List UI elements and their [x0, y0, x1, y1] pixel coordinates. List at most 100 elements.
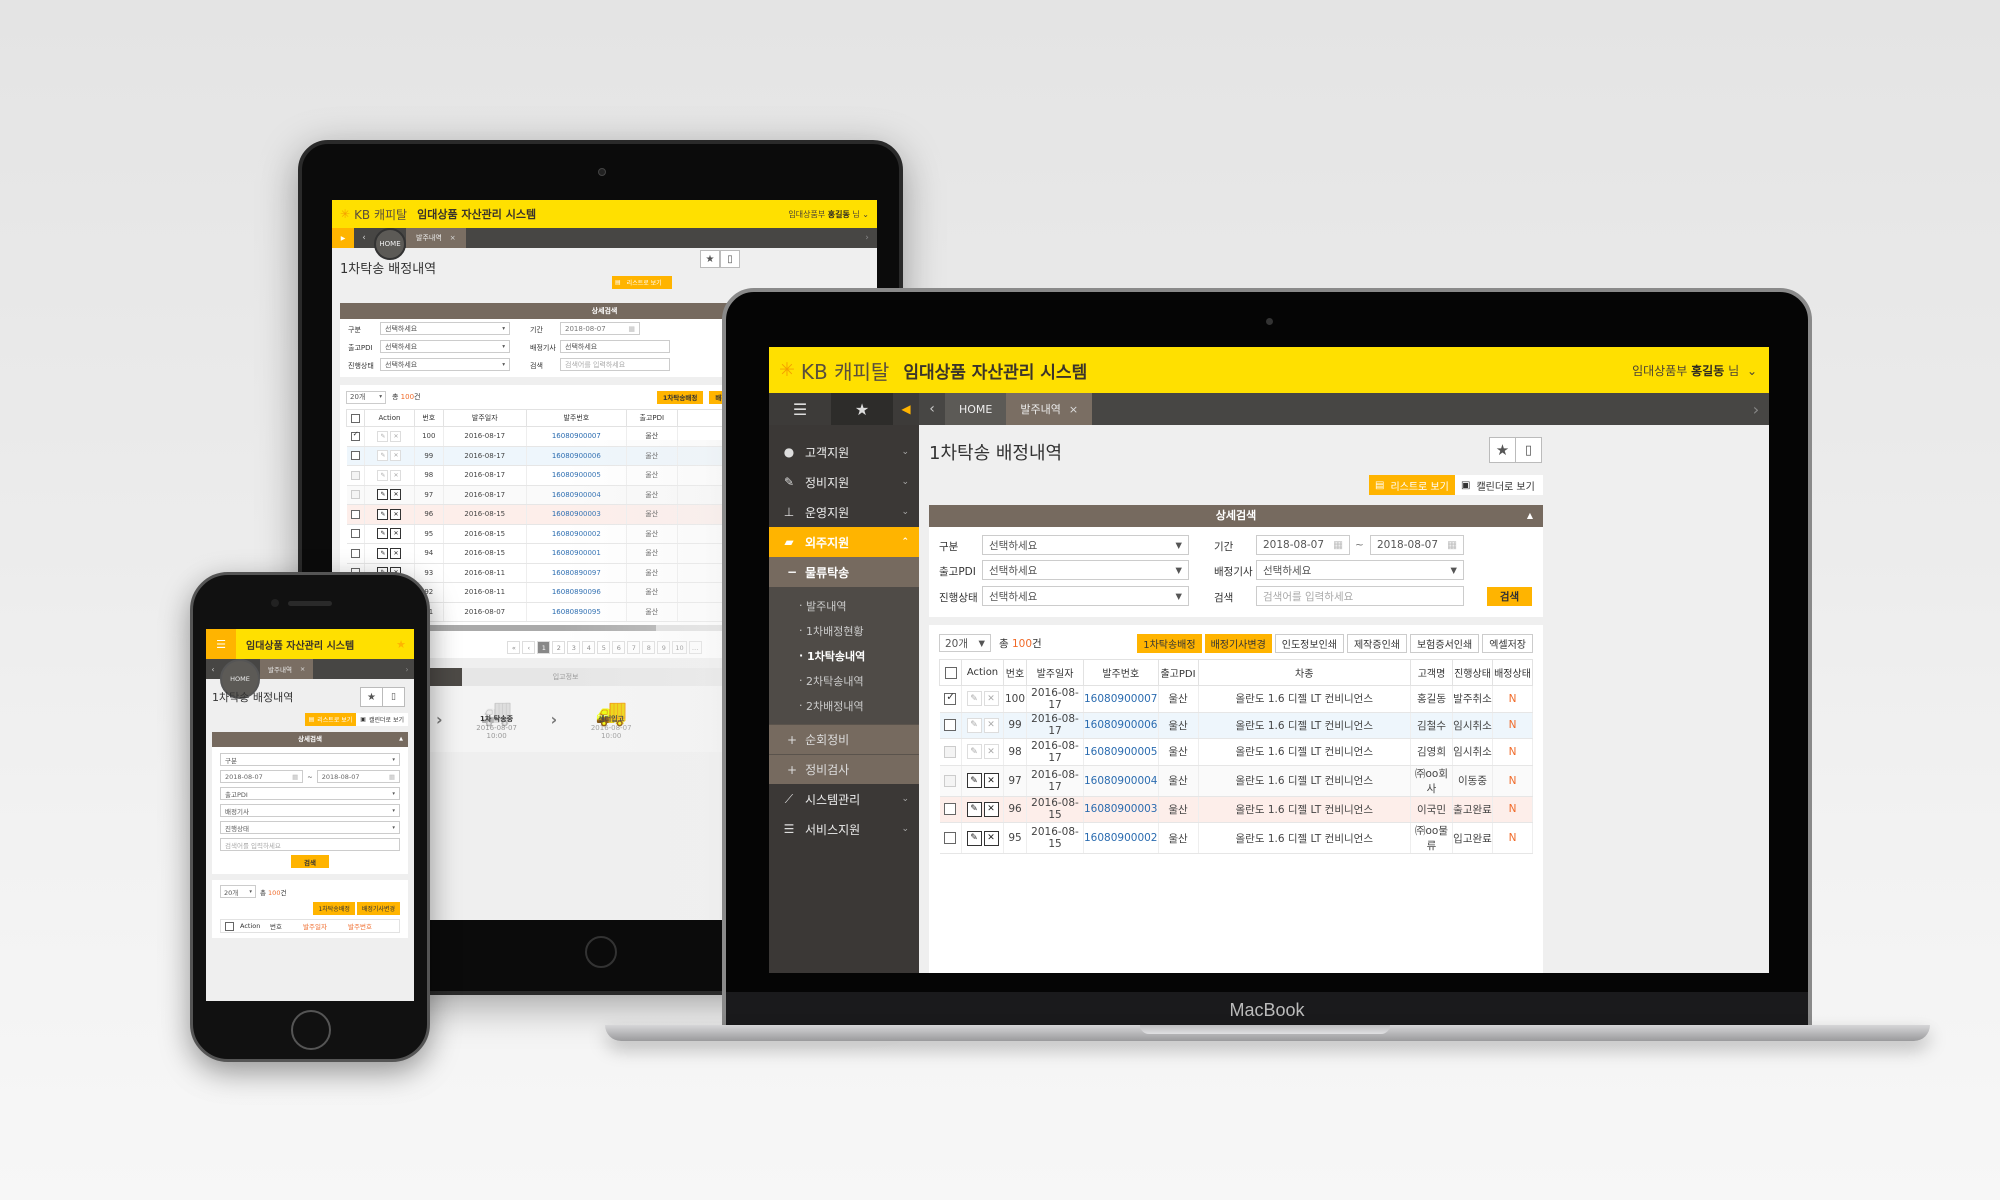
order-number-link[interactable]: 16080900002	[1083, 822, 1159, 854]
page-size-select[interactable]: 20개 ▼	[939, 634, 991, 652]
driver-select[interactable]: 배정기사 ▾	[220, 804, 400, 817]
sidebar-item-maintenance[interactable]: ✎ 정비지원 ⌄	[769, 467, 919, 497]
select-all-checkbox[interactable]	[351, 413, 360, 423]
logo[interactable]: ✳ KB 캐피탈 임대상품 자산관리 시스템	[340, 206, 536, 223]
menu-button[interactable]: ☰	[206, 629, 236, 659]
date-from-input[interactable]: 2018-08-07 ▦	[220, 770, 304, 783]
menu-list-button[interactable]: ☰	[769, 393, 831, 425]
select-all-checkbox[interactable]	[225, 921, 234, 931]
row-checkbox[interactable]	[350, 509, 360, 519]
edit-icon[interactable]: ✎	[377, 469, 389, 481]
sidebar-collapse-button[interactable]: ◀	[893, 393, 919, 425]
page-link[interactable]: 10	[672, 641, 687, 654]
tabs-next-button[interactable]: ›	[1743, 393, 1769, 425]
assign-button[interactable]: 1차탁송배정	[313, 902, 355, 915]
tab-home[interactable]: HOME	[945, 393, 1007, 425]
page-link[interactable]: 5	[597, 641, 611, 654]
select-all-header[interactable]	[346, 409, 365, 427]
edit-icon[interactable]: ✎	[377, 430, 389, 442]
delete-icon[interactable]: ✕	[983, 801, 999, 817]
sidebar-item-customer[interactable]: ● 고객지원 ⌄	[769, 437, 919, 467]
tabs-prev-icon[interactable]: ‹	[354, 228, 374, 248]
keyword-input[interactable]: 검색어를 입력하세요	[560, 358, 670, 371]
delete-icon[interactable]: ✕	[983, 773, 999, 788]
calendar-icon[interactable]: ▦	[1447, 539, 1457, 551]
mobile-view-button[interactable]: ▯	[1515, 437, 1542, 463]
keyword-input[interactable]: 검색어를 입력하세요	[1256, 586, 1464, 606]
edit-icon[interactable]: ✎	[377, 547, 389, 559]
close-icon[interactable]: ×	[300, 665, 305, 673]
sidebar-group-patrol[interactable]: + 순회정비	[769, 724, 919, 754]
order-number-link[interactable]: 16080900006	[1083, 712, 1159, 739]
order-number-link[interactable]: 16080900007	[526, 426, 627, 447]
sidebar-toggle-icon[interactable]: ▶	[332, 228, 354, 248]
table-row[interactable]: ✎✕1002016-08-1716080900007울산올란도 1.6 디젤 L…	[939, 685, 1533, 713]
pdi-select[interactable]: 선택하세요 ▾	[380, 340, 510, 353]
detail-search-bar[interactable]: 상세검색 ▲	[929, 505, 1543, 527]
favorite-button[interactable]: ★	[700, 250, 720, 268]
delete-icon[interactable]: ✕	[983, 717, 999, 733]
row-checkbox[interactable]	[350, 548, 360, 558]
delete-icon[interactable]: ✕	[390, 450, 402, 462]
sidebar-item-service[interactable]: ☰ 서비스지원 ⌄	[769, 814, 919, 844]
page-current[interactable]: 1	[537, 641, 551, 654]
sidebar-leaf-first-assign-status[interactable]: · 1차배정현황	[769, 618, 919, 643]
sidebar-leaf-second-assign[interactable]: · 2차배정내역	[769, 693, 919, 718]
list-view-button[interactable]: ▤ 리스트로 보기	[612, 276, 672, 289]
sidebar-group-logistics[interactable]: − 물류탁송	[769, 557, 919, 587]
tab-orders[interactable]: 발주내역 ×	[406, 228, 466, 248]
edit-icon[interactable]: ✎	[377, 528, 389, 540]
order-number-link[interactable]: 16080900001	[526, 543, 627, 564]
sidebar-group-inspection[interactable]: + 정비검사	[769, 754, 919, 784]
tabs-prev-icon[interactable]: ‹	[206, 659, 220, 679]
status-select[interactable]: 선택하세요 ▼	[982, 586, 1189, 606]
date-to-input[interactable]: 2018-08-07 ▦	[1370, 535, 1464, 555]
favorites-button[interactable]: ★	[831, 393, 893, 425]
driver-select[interactable]: 선택하세요	[560, 340, 670, 353]
list-view-button[interactable]: ▤ 리스트로 보기	[1369, 475, 1455, 495]
delete-icon[interactable]: ✕	[390, 547, 402, 559]
favorite-button[interactable]: ★	[1489, 437, 1516, 463]
calendar-icon[interactable]: ▦	[628, 325, 635, 333]
order-number-link[interactable]: 16080890095	[526, 602, 627, 622]
order-number-link[interactable]: 16080900005	[526, 465, 627, 486]
delete-icon[interactable]: ✕	[390, 508, 402, 520]
user-menu[interactable]: 임대상품부 홍길동 님 ⌄	[1632, 362, 1757, 379]
detail-tab-inbound[interactable]: 입고정보	[461, 668, 670, 686]
row-checkbox[interactable]	[944, 691, 957, 705]
edit-icon[interactable]: ✎	[377, 450, 389, 462]
page-link[interactable]: 4	[582, 641, 596, 654]
row-checkbox[interactable]	[350, 490, 360, 500]
page-size-select[interactable]: 20개 ▾	[346, 390, 386, 404]
row-checkbox[interactable]	[350, 529, 360, 539]
order-number-link[interactable]: 16080900003	[1083, 796, 1159, 823]
row-checkbox[interactable]	[944, 803, 957, 816]
delete-icon[interactable]: ✕	[390, 489, 402, 501]
close-icon[interactable]: ×	[450, 234, 456, 242]
delete-icon[interactable]: ✕	[983, 744, 999, 760]
page-link[interactable]: 7	[627, 641, 641, 654]
table-row[interactable]: ✎✕992016-08-1716080900006울산올란도 1.6 디젤 LT…	[939, 712, 1533, 739]
mobile-view-button[interactable]: ▯	[720, 250, 740, 268]
edit-icon[interactable]: ✎	[377, 489, 389, 501]
delete-icon[interactable]: ✕	[983, 830, 999, 846]
change-driver-button[interactable]: 배정기사변경	[356, 902, 400, 915]
sidebar-leaf-second-delivery[interactable]: · 2차탁송내역	[769, 668, 919, 693]
order-number-link[interactable]: 16080900003	[526, 504, 627, 525]
tabs-next-icon[interactable]: ›	[400, 659, 414, 679]
tab-orders[interactable]: 발주내역 ×	[1006, 393, 1093, 425]
row-checkbox[interactable]	[350, 430, 360, 441]
row-checkbox[interactable]	[944, 774, 957, 787]
order-number-link[interactable]: 16080900004	[526, 485, 627, 505]
pdi-select[interactable]: 선택하세요 ▼	[982, 560, 1189, 580]
change-driver-button[interactable]: 배정기사변경	[1204, 633, 1272, 653]
tabs-prev-button[interactable]: ‹	[919, 393, 945, 425]
page-link[interactable]: 8	[642, 641, 656, 654]
driver-select[interactable]: 선택하세요 ▼	[1256, 560, 1464, 580]
page-link[interactable]: «	[507, 641, 521, 654]
category-select[interactable]: 선택하세요 ▼	[982, 535, 1189, 555]
sidebar-leaf-first-delivery[interactable]: · 1차탁송내역	[769, 643, 919, 668]
page-link[interactable]: 9	[657, 641, 671, 654]
page-size-select[interactable]: 20개 ▾	[220, 885, 256, 898]
select-all-checkbox[interactable]	[944, 666, 957, 679]
